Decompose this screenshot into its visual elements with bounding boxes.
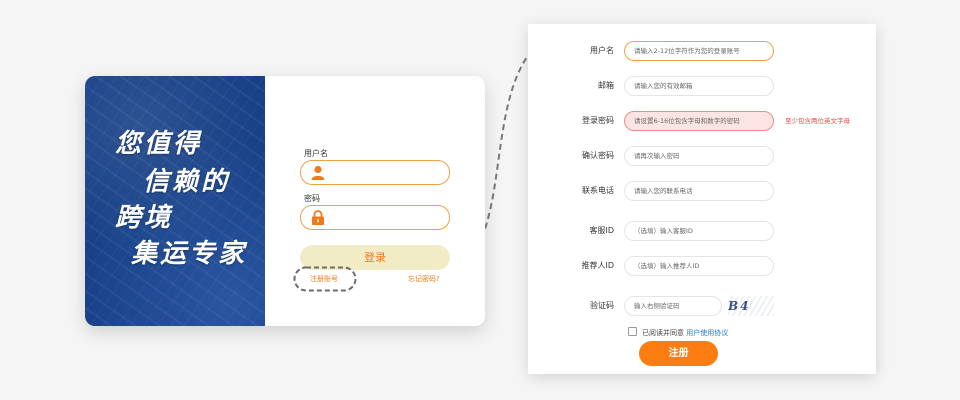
phone-row-label: 联系电话 bbox=[582, 186, 614, 195]
username-input[interactable] bbox=[300, 160, 450, 185]
agreement-checkbox[interactable] bbox=[628, 327, 637, 336]
captcha-input[interactable]: 输入右侧验证码 bbox=[624, 296, 722, 316]
slogan-line-4: 集运专家 bbox=[131, 239, 248, 269]
referrer-id-input[interactable]: （选填）输入推荐人ID bbox=[624, 256, 774, 276]
lock-icon bbox=[312, 210, 324, 225]
forgot-password-link[interactable]: 忘记密码? bbox=[408, 274, 440, 284]
agreement-text: 已阅读并同意 bbox=[642, 329, 684, 337]
password-row-label: 登录密码 bbox=[582, 116, 614, 125]
email-input[interactable]: 请输入您的有效邮箱 bbox=[624, 76, 774, 96]
slogan-line-3: 跨境 bbox=[115, 203, 174, 233]
confirm-password-input[interactable]: 请再次输入密码 bbox=[624, 146, 774, 166]
slogan-line-2: 信赖的 bbox=[143, 167, 231, 197]
confirm-password-row-label: 确认密码 bbox=[582, 151, 614, 160]
service-id-input[interactable]: （选填）输入客服ID bbox=[624, 221, 774, 241]
captcha-text: B4 bbox=[728, 299, 751, 313]
slogan-banner: 您值得 信赖的 跨境 集运专家 bbox=[85, 76, 265, 326]
register-highlight bbox=[293, 266, 357, 292]
username-label: 用户名 bbox=[304, 149, 328, 158]
service-id-row-label: 客服ID bbox=[589, 226, 614, 235]
email-row-label: 邮箱 bbox=[598, 81, 614, 90]
username-row-label: 用户名 bbox=[590, 46, 614, 55]
phone-input[interactable]: 请输入您的联系电话 bbox=[624, 181, 774, 201]
reg-password-input[interactable]: 请设置6-16位包含字母和数字的密码 bbox=[624, 111, 774, 131]
password-label: 密码 bbox=[304, 194, 320, 203]
user-icon bbox=[311, 165, 325, 180]
referrer-id-row-label: 推荐人ID bbox=[581, 261, 614, 270]
password-input[interactable] bbox=[300, 205, 450, 230]
register-panel: 用户名 请输入2-12位字符作为您的登录账号 邮箱 请输入您的有效邮箱 登录密码… bbox=[528, 24, 876, 374]
reg-username-input[interactable]: 请输入2-12位字符作为您的登录账号 bbox=[624, 41, 774, 61]
password-error-message: 至少包含两位英文字母 bbox=[785, 117, 850, 125]
login-card: 您值得 信赖的 跨境 集运专家 用户名 密码 登录 注册账号 忘记密码? bbox=[85, 76, 485, 326]
slogan-line-1: 您值得 bbox=[115, 129, 203, 159]
agreement-row: 已阅读并同意 用户使用协议 bbox=[628, 327, 728, 338]
captcha-image[interactable]: B4 bbox=[728, 296, 774, 316]
captcha-row-label: 验证码 bbox=[590, 301, 614, 310]
register-submit-button[interactable]: 注册 bbox=[639, 341, 718, 366]
user-agreement-link[interactable]: 用户使用协议 bbox=[686, 329, 728, 337]
